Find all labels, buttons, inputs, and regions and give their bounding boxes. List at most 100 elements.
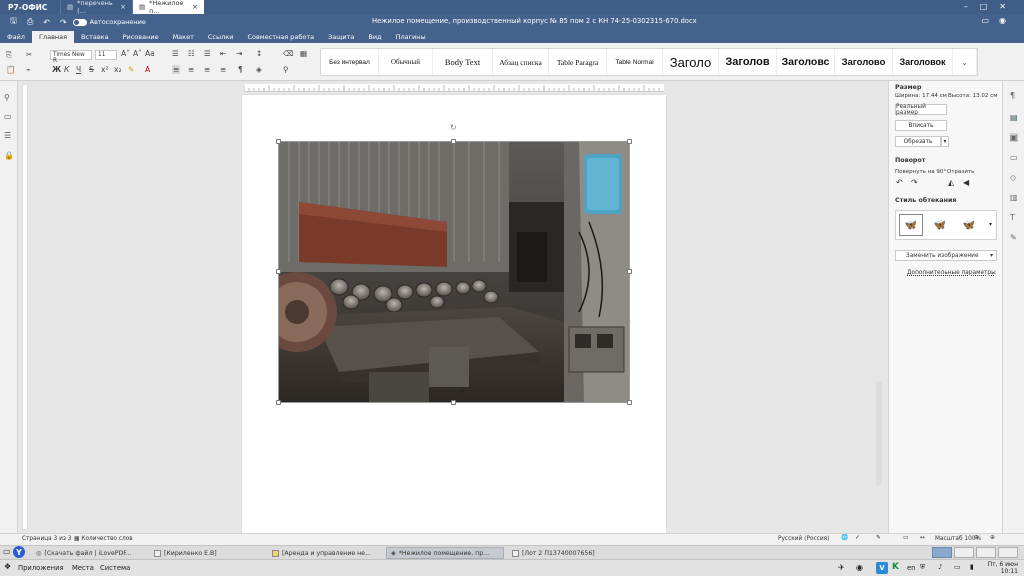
redo-icon[interactable]: ↷ — [60, 18, 67, 27]
header-footer-icon[interactable]: ▭ — [1010, 153, 1018, 162]
flip-vertical-icon[interactable]: ◀ — [963, 178, 969, 187]
language-select[interactable]: Русский (Россия) — [778, 536, 829, 542]
font-name-select[interactable]: Times New R — [50, 50, 92, 64]
menu-layout[interactable]: Макет — [166, 31, 201, 43]
zoom-in-icon[interactable]: ⊕ — [990, 535, 995, 541]
style-heading-1[interactable]: Заголо — [663, 49, 719, 75]
k-app-icon[interactable]: K — [892, 562, 899, 572]
folder-icon[interactable]: ▭ — [981, 16, 999, 25]
menu-file[interactable]: Файл — [0, 31, 32, 43]
wrap-inline-icon[interactable]: 🦋 — [899, 214, 923, 236]
shape-settings-icon[interactable]: ◇ — [1010, 173, 1016, 182]
menu-home[interactable]: Главная — [31, 31, 75, 43]
style-heading-5[interactable]: Заголовок — [893, 49, 953, 75]
format-painter-icon[interactable]: ⌁ — [26, 65, 31, 74]
fit-width-icon[interactable]: ↔ — [920, 535, 925, 541]
network-icon[interactable]: ▭ — [954, 563, 960, 571]
resize-handle-e[interactable] — [627, 269, 632, 274]
rotate-cw-icon[interactable]: ↷ — [911, 178, 918, 187]
shield-icon[interactable]: ⛨ — [920, 563, 925, 572]
resize-handle-w[interactable] — [276, 269, 281, 274]
volume-icon[interactable]: ♪ — [938, 563, 942, 571]
tab-document-1[interactable]: ▤ *перечень (... × — [60, 0, 132, 15]
globe-icon[interactable]: 🌐 — [841, 535, 848, 541]
line-spacing-icon[interactable]: ↕ — [256, 49, 262, 58]
places-menu[interactable]: Места — [72, 564, 94, 572]
taskbar-item-document[interactable]: ◈ *Нежилое помещение, пр... — [386, 547, 504, 559]
vertical-scrollbar[interactable] — [876, 381, 882, 485]
bullet-list-icon[interactable]: ☰ — [172, 49, 179, 58]
menu-protection[interactable]: Защита — [321, 31, 361, 43]
copy-style-icon[interactable]: ⚲ — [283, 65, 289, 74]
shading-icon[interactable]: ◈ — [256, 65, 262, 74]
autosave-toggle[interactable]: Автосохранение — [72, 18, 146, 26]
superscript-icon[interactable]: x² — [101, 65, 108, 74]
vertical-ruler[interactable] — [22, 84, 28, 530]
resize-handle-n[interactable] — [451, 139, 456, 144]
numbered-list-icon[interactable]: ☷ — [188, 49, 195, 58]
fit-page-icon[interactable]: ▭ — [903, 535, 908, 541]
paragraph-marks-icon[interactable]: ¶ — [238, 65, 243, 74]
battery-icon[interactable]: ▮ — [970, 563, 974, 571]
style-no-spacing[interactable]: Без интервал — [321, 49, 379, 75]
menu-view[interactable]: Вид — [361, 31, 388, 43]
cut-icon[interactable]: ✂ — [26, 50, 32, 59]
close-window-icon[interactable]: ✕ — [999, 2, 1018, 11]
subscript-icon[interactable]: x₂ — [114, 65, 121, 74]
replace-image-button[interactable]: Заменить изображение ▾ — [895, 250, 997, 261]
keyboard-layout[interactable]: en — [907, 564, 916, 572]
decrease-indent-icon[interactable]: ⇤ — [220, 49, 226, 58]
workspace-3[interactable] — [976, 547, 996, 558]
insert-icon[interactable]: ▦ — [300, 49, 307, 58]
navigation-icon[interactable]: ☰ — [4, 131, 11, 140]
comments-icon[interactable]: ▭ — [4, 112, 12, 121]
workspace-2[interactable] — [954, 547, 974, 558]
font-color-icon[interactable]: A — [145, 65, 150, 74]
justify-icon[interactable]: ≡ — [220, 65, 226, 74]
resize-handle-nw[interactable] — [276, 139, 281, 144]
search-icon[interactable]: ⚲ — [4, 93, 10, 102]
align-left-icon[interactable]: ≡ — [172, 65, 181, 74]
telegram-icon[interactable]: ✈ — [838, 563, 845, 572]
wrap-dropdown-icon[interactable]: ▾ — [989, 221, 992, 228]
taskbar-item-lot2[interactable]: [Лот 2 П13740007656] — [508, 547, 620, 559]
workspace-switcher[interactable] — [932, 547, 1020, 559]
toggle-switch[interactable] — [72, 18, 87, 26]
style-heading-4[interactable]: Заголово — [835, 49, 893, 75]
applications-menu[interactable]: Приложения — [18, 564, 64, 572]
flip-horizontal-icon[interactable]: ◭ — [948, 178, 954, 187]
page-indicator[interactable]: Страница 3 из 3 — [22, 536, 71, 542]
spellcheck-icon[interactable]: ✓ — [855, 535, 860, 541]
table-settings-icon[interactable]: ▤ — [1010, 113, 1018, 122]
taskbar-item-arenda[interactable]: [Аренда и управление не... — [268, 547, 382, 559]
image-settings-icon[interactable]: ▣ — [1010, 133, 1018, 142]
resize-handle-se[interactable] — [627, 400, 632, 405]
decrease-font-icon[interactable]: A˅ — [133, 49, 142, 58]
resize-handle-ne[interactable] — [627, 139, 632, 144]
align-right-icon[interactable]: ≡ — [204, 65, 210, 74]
menu-references[interactable]: Ссылки — [201, 31, 241, 43]
menu-plugins[interactable]: Плагины — [389, 31, 433, 43]
rotate-handle-icon[interactable]: ↻ — [450, 123, 457, 132]
style-normal[interactable]: Обычный — [379, 49, 433, 75]
maximize-icon[interactable]: □ — [980, 2, 1000, 11]
track-changes-icon[interactable]: ✎ — [876, 535, 881, 541]
yandex-browser-icon[interactable]: Y — [13, 546, 25, 558]
apps-icon[interactable]: ❖ — [4, 562, 11, 571]
taskbar-item-kirilenko[interactable]: [Кириленко Е.В] — [150, 547, 262, 559]
protect-icon[interactable]: 🔒 — [4, 151, 14, 160]
crop-button[interactable]: Обрезать — [895, 136, 941, 147]
advanced-settings-link[interactable]: Дополнительные параметры — [907, 270, 996, 276]
menu-collaboration[interactable]: Совместная работа — [240, 31, 321, 43]
vk-icon[interactable]: V — [876, 562, 888, 574]
factory-photo[interactable] — [278, 141, 630, 403]
horizontal-ruler[interactable] — [243, 84, 664, 92]
show-desktop-icon[interactable]: ▭ — [3, 547, 11, 556]
bold-icon[interactable]: Ж — [52, 65, 61, 74]
zoom-out-icon[interactable]: ⊖ — [974, 535, 979, 541]
styles-expand-icon[interactable]: ⌄ — [953, 49, 977, 75]
strikethrough-icon[interactable]: S — [89, 65, 94, 74]
style-heading-3[interactable]: Заголовс — [777, 49, 835, 75]
style-table-paragraph[interactable]: Table Paragra — [549, 49, 607, 75]
undo-icon[interactable]: ↶ — [43, 18, 50, 27]
